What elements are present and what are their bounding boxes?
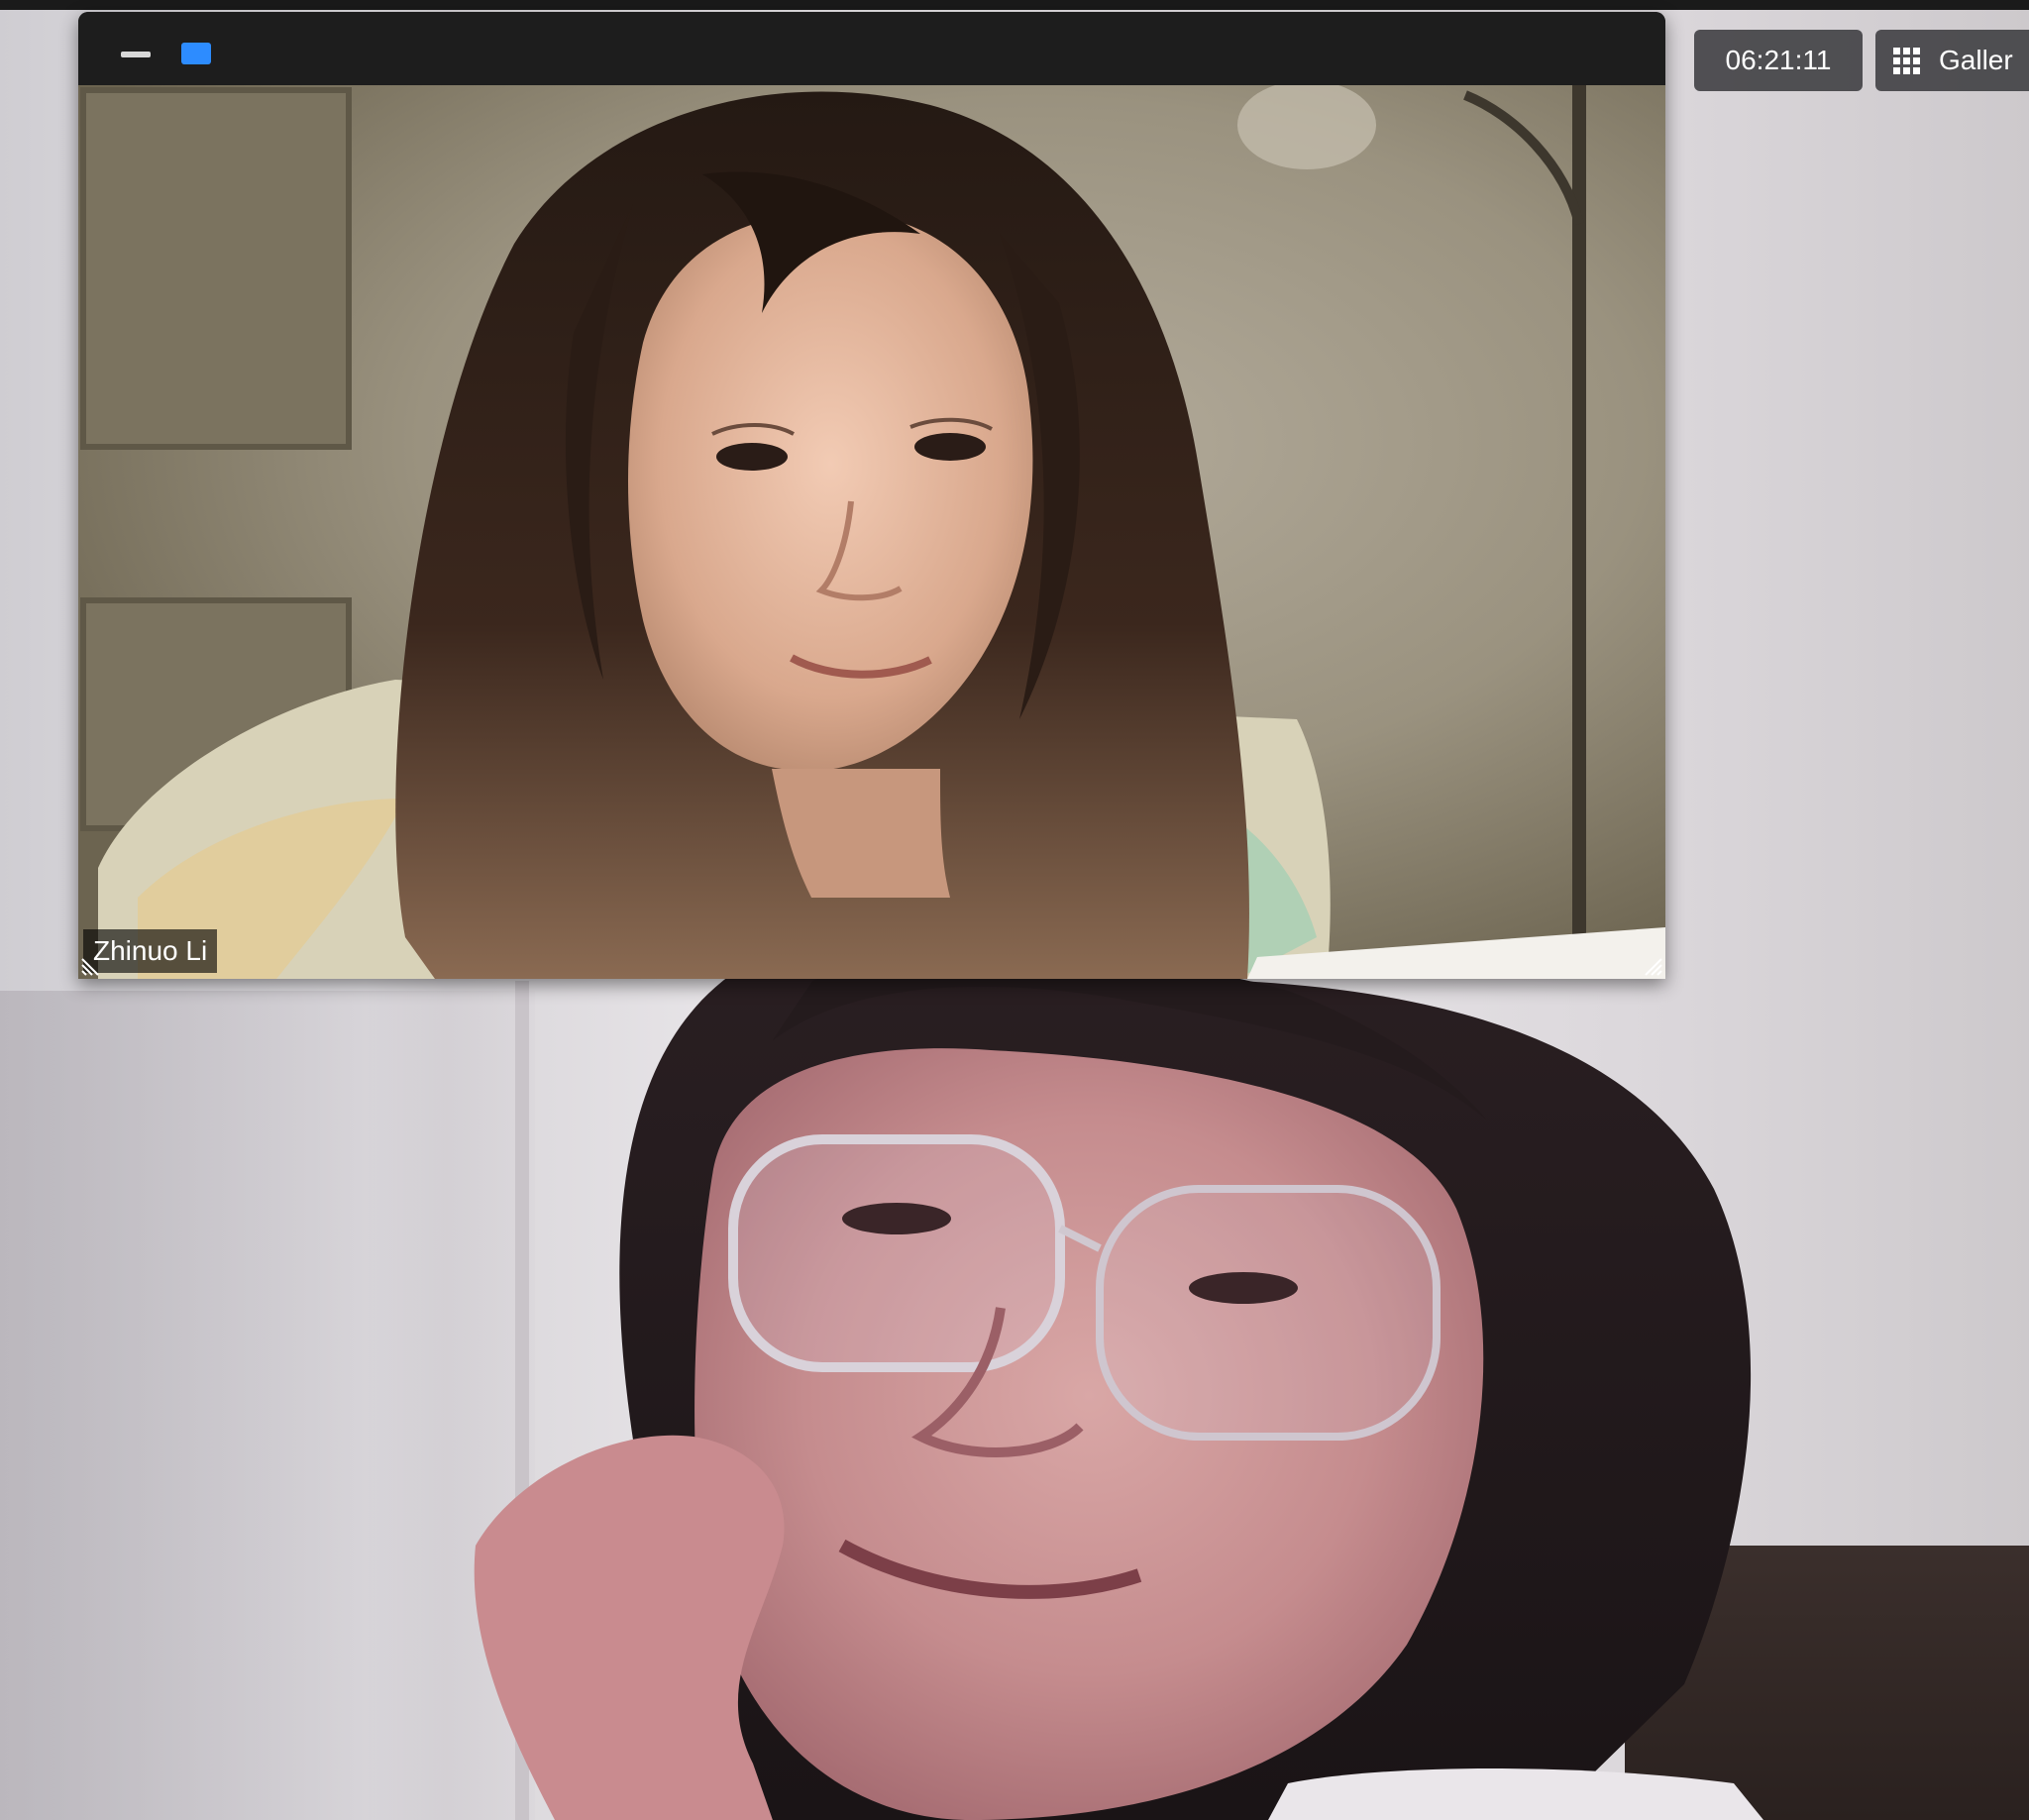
- resize-handle-icon[interactable]: [80, 949, 108, 977]
- resize-handle-icon[interactable]: [1636, 949, 1663, 977]
- floating-window-titlebar[interactable]: [78, 12, 1665, 85]
- grid-icon: [1893, 48, 1920, 74]
- floating-participant-video[interactable]: Zhinuo Li: [78, 85, 1665, 979]
- gallery-view-button[interactable]: Galler: [1875, 30, 2029, 91]
- floating-video-window[interactable]: Zhinuo Li: [78, 12, 1665, 979]
- view-toggle-icon[interactable]: [181, 43, 211, 64]
- gallery-view-label: Galler: [1939, 45, 2013, 75]
- meeting-timer: 06:21:11: [1694, 30, 1863, 91]
- participant-video-frame: [78, 85, 1665, 979]
- minimize-icon[interactable]: [121, 52, 151, 57]
